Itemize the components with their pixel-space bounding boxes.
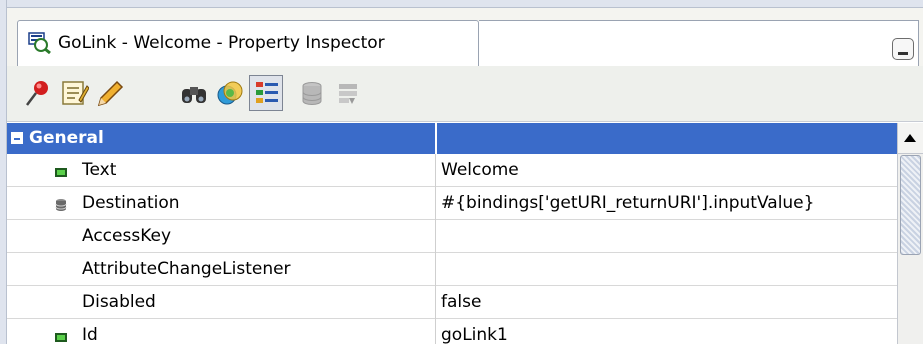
categorize-list-icon[interactable]	[249, 75, 283, 111]
arrow-up-icon	[904, 134, 916, 142]
scroll-up-button[interactable]	[898, 123, 923, 154]
property-name: Destination	[82, 193, 180, 213]
window-frame-top	[7, 0, 923, 8]
property-row[interactable]: AccessKey	[7, 220, 897, 253]
property-value[interactable]	[435, 220, 897, 253]
property-value[interactable]: goLink1	[435, 319, 897, 344]
property-value[interactable]: Welcome	[435, 154, 897, 187]
toolbar	[7, 66, 923, 122]
property-value[interactable]: #{bindings['getURI_returnURI'].inputValu…	[435, 187, 897, 220]
property-table: General Text Welcome Destination #{bindi…	[7, 123, 897, 344]
tab-title: GoLink - Welcome - Property Inspector	[58, 33, 385, 53]
property-value[interactable]: false	[435, 286, 897, 319]
property-inspector-tab[interactable]: GoLink - Welcome - Property Inspector	[17, 20, 479, 66]
pencil-icon[interactable]	[95, 78, 125, 108]
property-row[interactable]: Id goLink1	[7, 319, 897, 344]
property-name: AccessKey	[82, 226, 172, 246]
vertical-scrollbar[interactable]	[897, 123, 923, 344]
title-tab-bar: GoLink - Welcome - Property Inspector	[7, 8, 923, 66]
property-row[interactable]: AttributeChangeListener	[7, 253, 897, 286]
pin-icon[interactable]	[23, 78, 53, 108]
property-name: Text	[82, 160, 117, 180]
tab-strip-empty	[479, 20, 919, 66]
database-icon[interactable]	[297, 78, 327, 108]
property-row[interactable]: Destination #{bindings['getURI_returnURI…	[7, 187, 897, 220]
property-name: Disabled	[82, 292, 156, 312]
color-circles-icon[interactable]	[215, 78, 245, 108]
property-row[interactable]: Text Welcome	[7, 154, 897, 187]
property-row[interactable]: Disabled false	[7, 286, 897, 319]
property-inspector-icon	[28, 32, 52, 55]
scroll-thumb[interactable]	[900, 155, 921, 255]
collapse-icon[interactable]	[11, 132, 23, 144]
minimize-icon	[898, 52, 908, 55]
group-label: General	[29, 128, 104, 148]
binoculars-icon[interactable]	[179, 78, 209, 108]
property-name: Id	[82, 325, 98, 344]
column-divider	[435, 123, 437, 154]
property-name: AttributeChangeListener	[82, 259, 291, 279]
group-header-general[interactable]: General	[7, 123, 897, 154]
property-value[interactable]	[435, 253, 897, 286]
dropdown-list-icon[interactable]	[333, 78, 363, 108]
window-frame-left	[0, 0, 7, 344]
edit-icon[interactable]	[59, 78, 89, 108]
minimize-button[interactable]	[892, 38, 914, 60]
